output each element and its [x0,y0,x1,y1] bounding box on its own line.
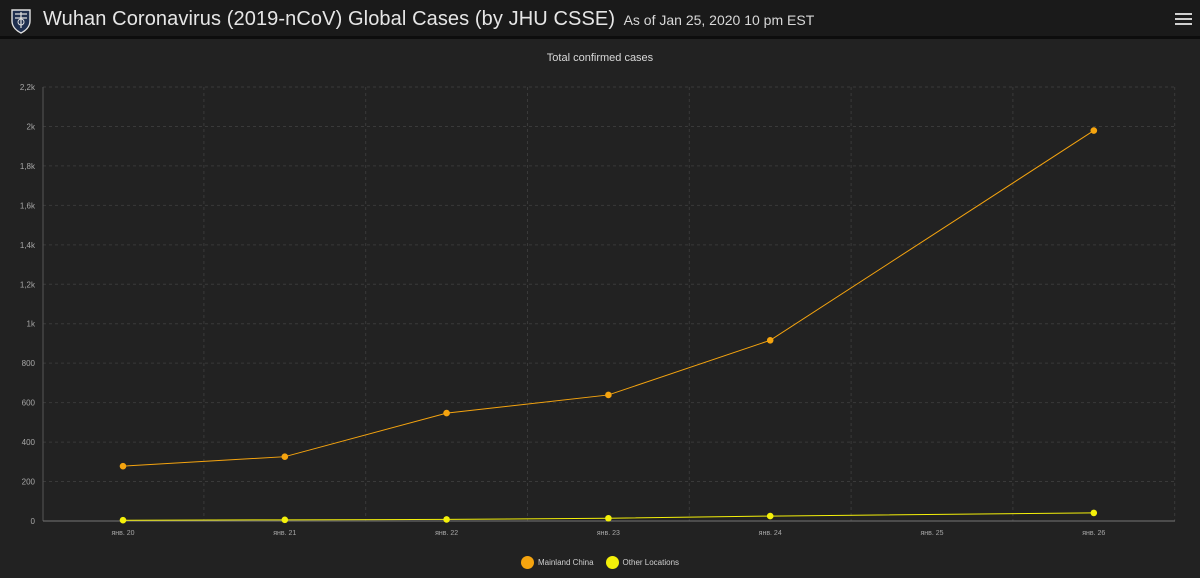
y-tick-label: 2,2k [20,83,36,92]
y-tick-label: 1k [27,320,36,329]
x-tick-label: янв. 20 [111,530,134,537]
chart-panel: Total confirmed cases 0 200 400 600 800 1k 1,2… [0,42,1200,578]
data-point [119,516,127,524]
y-tick-label: 1,6k [20,201,36,210]
x-tick-label: янв. 26 [1082,530,1105,537]
x-tick-label: янв. 25 [920,530,943,537]
data-point [766,512,774,520]
data-point [443,409,450,417]
data-point [281,453,289,460]
chart-legend: Mainland China Other Locations [0,556,1200,571]
y-tick-label: 2k [27,122,36,131]
page-subtitle: As of Jan 25, 2020 10 pm EST [623,12,815,28]
app-header: Wuhan Coronavirus (2019-nCoV) Global Cas… [0,0,1200,39]
legend-item[interactable]: Mainland China [520,556,594,569]
y-tick-label: 1,8k [20,162,36,171]
x-tick-label: янв. 22 [435,530,458,537]
x-tick-label: янв. 21 [273,530,296,537]
legend-dot-icon [605,556,619,569]
data-point [766,336,774,344]
university-shield-icon [11,9,31,34]
x-tick-label: янв. 23 [597,530,620,537]
data-point [1090,509,1098,517]
y-tick-label: 800 [22,359,36,368]
header-title-group: Wuhan Coronavirus (2019-nCoV) Global Cas… [43,8,814,31]
legend-label: Mainland China [537,558,594,567]
y-tick-label: 400 [22,438,36,447]
data-point [119,462,127,470]
y-tick-label: 1,2k [20,280,36,289]
legend-dot-icon [520,556,534,569]
data-point [443,516,450,523]
y-tick-label: 600 [22,399,36,408]
hamburger-menu-icon[interactable] [1175,12,1192,27]
y-tick-label: 0 [31,517,36,526]
page-title: Wuhan Coronavirus (2019-nCoV) Global Cas… [43,8,616,30]
x-tick-label: янв. 24 [759,530,782,537]
legend-label: Other Locations [622,558,680,567]
data-point [1090,127,1098,134]
data-point [605,514,612,522]
series-line [122,130,1095,467]
legend-item[interactable]: Other Locations [605,556,680,569]
data-point [605,391,612,399]
line-chart: 0 200 400 600 800 1k 1,2k 1,4k 1,6k 1,8k 2k 2,2k янв… [20,83,1176,537]
data-point [281,516,289,524]
y-tick-label: 200 [22,478,36,487]
y-tick-label: 1,4k [20,241,36,250]
